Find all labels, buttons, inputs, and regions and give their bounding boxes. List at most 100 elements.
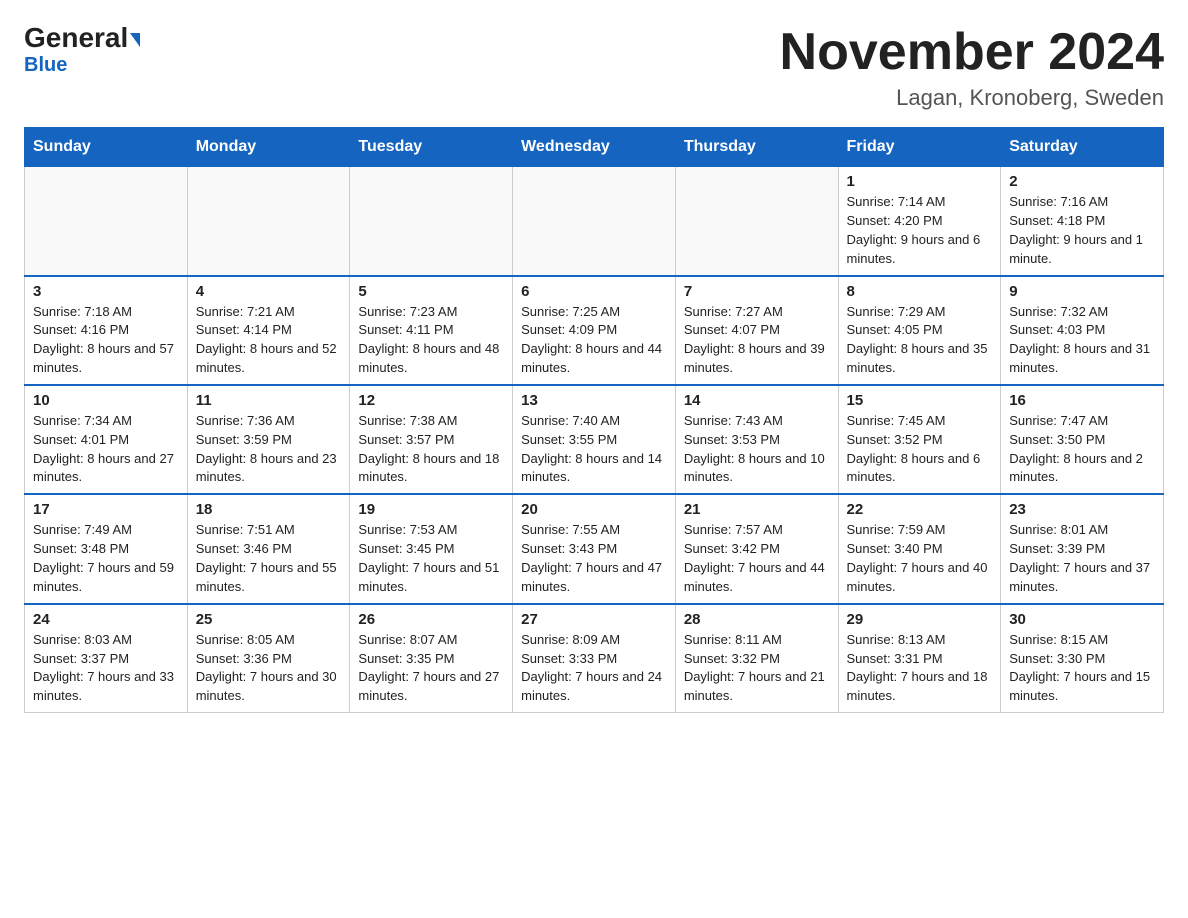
day-info: Sunrise: 7:43 AM Sunset: 3:53 PM Dayligh… — [684, 412, 830, 487]
day-info: Sunrise: 7:53 AM Sunset: 3:45 PM Dayligh… — [358, 521, 504, 596]
day-info: Sunrise: 7:36 AM Sunset: 3:59 PM Dayligh… — [196, 412, 342, 487]
day-info: Sunrise: 7:14 AM Sunset: 4:20 PM Dayligh… — [847, 193, 993, 268]
day-info: Sunrise: 7:40 AM Sunset: 3:55 PM Dayligh… — [521, 412, 667, 487]
calendar-cell — [513, 167, 676, 276]
day-number: 25 — [196, 611, 342, 628]
day-info: Sunrise: 7:32 AM Sunset: 4:03 PM Dayligh… — [1009, 303, 1155, 378]
day-number: 2 — [1009, 173, 1155, 190]
day-number: 26 — [358, 611, 504, 628]
day-info: Sunrise: 8:13 AM Sunset: 3:31 PM Dayligh… — [847, 631, 993, 706]
day-number: 11 — [196, 392, 342, 409]
day-number: 18 — [196, 501, 342, 518]
logo-text: General — [24, 24, 140, 52]
day-info: Sunrise: 7:16 AM Sunset: 4:18 PM Dayligh… — [1009, 193, 1155, 268]
calendar-table: SundayMondayTuesdayWednesdayThursdayFrid… — [24, 127, 1164, 713]
calendar-week-row: 3Sunrise: 7:18 AM Sunset: 4:16 PM Daylig… — [25, 276, 1164, 385]
day-info: Sunrise: 7:51 AM Sunset: 3:46 PM Dayligh… — [196, 521, 342, 596]
day-number: 12 — [358, 392, 504, 409]
day-number: 28 — [684, 611, 830, 628]
calendar-cell: 10 Sunrise: 7:34 AM Sunset: 4:01 PM Dayli… — [25, 385, 188, 494]
calendar-cell: 16 Sunrise: 7:47 AM Sunset: 3:50 PM Dayli… — [1001, 385, 1164, 494]
calendar-cell: 18 Sunrise: 7:51 AM Sunset: 3:46 PM Dayli… — [187, 494, 350, 603]
calendar-cell: 6 Sunrise: 7:25 AM Sunset: 4:09 PM Daylig… — [513, 276, 676, 385]
day-info: Sunrise: 8:03 AM Sunset: 3:37 PM Dayligh… — [33, 631, 179, 706]
day-info: Sunrise: 7:23 AM Sunset: 4:11 PM Dayligh… — [358, 303, 504, 378]
day-number: 13 — [521, 392, 667, 409]
day-number: 17 — [33, 501, 179, 518]
day-number: 6 — [521, 283, 667, 300]
day-info: Sunrise: 7:47 AM Sunset: 3:50 PM Dayligh… — [1009, 412, 1155, 487]
calendar-cell — [675, 167, 838, 276]
page-header: General Blue November 2024 Lagan, Kronob… — [24, 24, 1164, 111]
day-number: 30 — [1009, 611, 1155, 628]
weekday-header-row: SundayMondayTuesdayWednesdayThursdayFrid… — [25, 128, 1164, 167]
day-info: Sunrise: 7:27 AM Sunset: 4:07 PM Dayligh… — [684, 303, 830, 378]
day-number: 20 — [521, 501, 667, 518]
calendar-cell: 1 Sunrise: 7:14 AM Sunset: 4:20 PM Daylig… — [838, 167, 1001, 276]
weekday-header-tuesday: Tuesday — [350, 128, 513, 167]
calendar-cell: 21 Sunrise: 7:57 AM Sunset: 3:42 PM Dayli… — [675, 494, 838, 603]
calendar-cell: 19 Sunrise: 7:53 AM Sunset: 3:45 PM Dayli… — [350, 494, 513, 603]
calendar-week-row: 10 Sunrise: 7:34 AM Sunset: 4:01 PM Dayli… — [25, 385, 1164, 494]
day-info: Sunrise: 8:01 AM Sunset: 3:39 PM Dayligh… — [1009, 521, 1155, 596]
day-number: 22 — [847, 501, 993, 518]
day-info: Sunrise: 7:57 AM Sunset: 3:42 PM Dayligh… — [684, 521, 830, 596]
day-number: 14 — [684, 392, 830, 409]
calendar-cell: 30Sunrise: 8:15 AM Sunset: 3:30 PM Dayli… — [1001, 604, 1164, 713]
day-info: Sunrise: 7:25 AM Sunset: 4:09 PM Dayligh… — [521, 303, 667, 378]
day-number: 29 — [847, 611, 993, 628]
calendar-week-row: 17 Sunrise: 7:49 AM Sunset: 3:48 PM Dayli… — [25, 494, 1164, 603]
day-info: Sunrise: 8:11 AM Sunset: 3:32 PM Dayligh… — [684, 631, 830, 706]
calendar-week-row: 24 Sunrise: 8:03 AM Sunset: 3:37 PM Dayli… — [25, 604, 1164, 713]
calendar-cell — [187, 167, 350, 276]
day-info: Sunrise: 8:09 AM Sunset: 3:33 PM Dayligh… — [521, 631, 667, 706]
day-number: 4 — [196, 283, 342, 300]
calendar-cell: 15 Sunrise: 7:45 AM Sunset: 3:52 PM Dayli… — [838, 385, 1001, 494]
calendar-cell: 20 Sunrise: 7:55 AM Sunset: 3:43 PM Dayli… — [513, 494, 676, 603]
day-number: 21 — [684, 501, 830, 518]
weekday-header-saturday: Saturday — [1001, 128, 1164, 167]
calendar-cell: 8 Sunrise: 7:29 AM Sunset: 4:05 PM Daylig… — [838, 276, 1001, 385]
calendar-cell: 13 Sunrise: 7:40 AM Sunset: 3:55 PM Dayli… — [513, 385, 676, 494]
day-info: Sunrise: 7:49 AM Sunset: 3:48 PM Dayligh… — [33, 521, 179, 596]
calendar-cell: 11 Sunrise: 7:36 AM Sunset: 3:59 PM Dayli… — [187, 385, 350, 494]
day-number: 9 — [1009, 283, 1155, 300]
day-info: Sunrise: 7:21 AM Sunset: 4:14 PM Dayligh… — [196, 303, 342, 378]
weekday-header-monday: Monday — [187, 128, 350, 167]
calendar-cell: 26Sunrise: 8:07 AM Sunset: 3:35 PM Dayli… — [350, 604, 513, 713]
weekday-header-wednesday: Wednesday — [513, 128, 676, 167]
calendar-cell — [25, 167, 188, 276]
calendar-cell: 2 Sunrise: 7:16 AM Sunset: 4:18 PM Daylig… — [1001, 167, 1164, 276]
day-number: 15 — [847, 392, 993, 409]
weekday-header-thursday: Thursday — [675, 128, 838, 167]
logo-blue: Blue — [24, 54, 67, 77]
day-number: 24 — [33, 611, 179, 628]
day-number: 8 — [847, 283, 993, 300]
day-info: Sunrise: 7:45 AM Sunset: 3:52 PM Dayligh… — [847, 412, 993, 487]
logo-triangle-icon — [130, 33, 140, 47]
month-title: November 2024 — [780, 24, 1164, 81]
day-info: Sunrise: 7:55 AM Sunset: 3:43 PM Dayligh… — [521, 521, 667, 596]
day-info: Sunrise: 7:34 AM Sunset: 4:01 PM Dayligh… — [33, 412, 179, 487]
calendar-cell — [350, 167, 513, 276]
title-area: November 2024 Lagan, Kronoberg, Sweden — [780, 24, 1164, 111]
day-info: Sunrise: 7:29 AM Sunset: 4:05 PM Dayligh… — [847, 303, 993, 378]
day-number: 23 — [1009, 501, 1155, 518]
calendar-cell: 23 Sunrise: 8:01 AM Sunset: 3:39 PM Dayli… — [1001, 494, 1164, 603]
day-number: 16 — [1009, 392, 1155, 409]
day-number: 10 — [33, 392, 179, 409]
calendar-cell: 28 Sunrise: 8:11 AM Sunset: 3:32 PM Dayli… — [675, 604, 838, 713]
day-number: 1 — [847, 173, 993, 190]
calendar-cell: 27 Sunrise: 8:09 AM Sunset: 3:33 PM Dayli… — [513, 604, 676, 713]
day-number: 27 — [521, 611, 667, 628]
day-info: Sunrise: 7:18 AM Sunset: 4:16 PM Dayligh… — [33, 303, 179, 378]
calendar-cell: 12Sunrise: 7:38 AM Sunset: 3:57 PM Dayli… — [350, 385, 513, 494]
calendar-week-row: 1 Sunrise: 7:14 AM Sunset: 4:20 PM Daylig… — [25, 167, 1164, 276]
weekday-header-sunday: Sunday — [25, 128, 188, 167]
day-number: 19 — [358, 501, 504, 518]
day-number: 5 — [358, 283, 504, 300]
day-info: Sunrise: 8:05 AM Sunset: 3:36 PM Dayligh… — [196, 631, 342, 706]
calendar-cell: 17 Sunrise: 7:49 AM Sunset: 3:48 PM Dayli… — [25, 494, 188, 603]
logo: General Blue — [24, 24, 140, 77]
calendar-cell: 25 Sunrise: 8:05 AM Sunset: 3:36 PM Dayli… — [187, 604, 350, 713]
